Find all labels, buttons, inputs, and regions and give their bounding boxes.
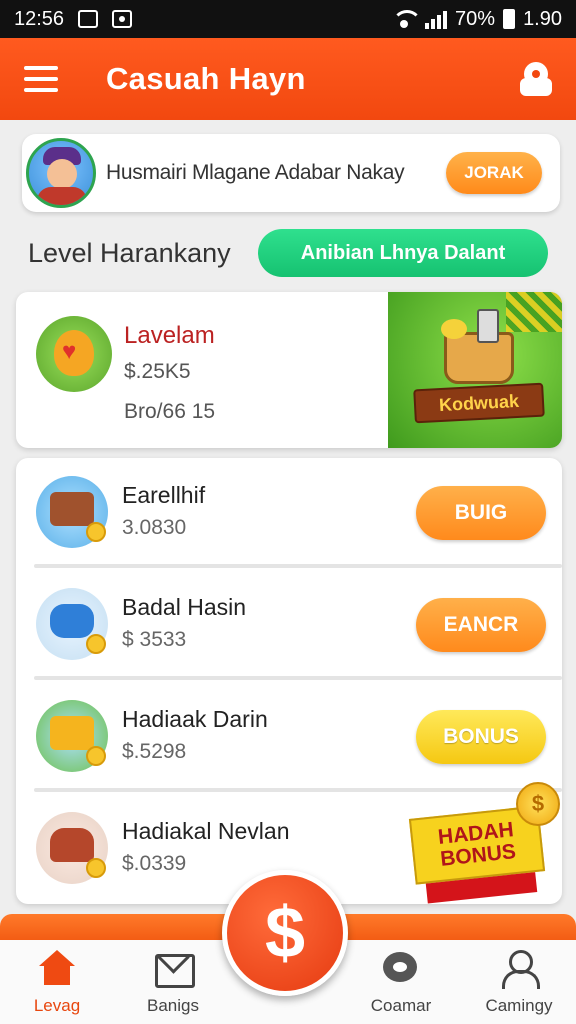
battery-percent: 70% xyxy=(455,7,496,30)
battery-icon xyxy=(503,9,516,29)
app-bar: Casuah Hayn xyxy=(0,38,576,120)
feature-subtitle: Bro/66 15 xyxy=(124,400,216,423)
promo-stripe xyxy=(506,292,562,332)
gift-box-icon xyxy=(36,700,108,772)
bonus-button[interactable]: BONUS xyxy=(416,710,546,764)
home-icon xyxy=(37,950,77,988)
heart-badge-icon: ♥ xyxy=(36,316,112,392)
nav-label: Coamar xyxy=(370,996,432,1015)
avatar[interactable] xyxy=(26,138,96,208)
enter-button[interactable]: EANCR xyxy=(416,598,546,652)
user-card-text: Husmairi Mlagane Adabar Nakay xyxy=(106,161,405,184)
list-item[interactable]: Hadiaak Darin $.5298 BONUS xyxy=(16,682,562,792)
shop-list: Earellhif 3.0830 BUIG Badal Hasin $ 3533… xyxy=(16,458,562,904)
water-jug-icon xyxy=(36,588,108,660)
item-value: $.5298 xyxy=(122,740,187,763)
list-item[interactable]: Badal Hasin $ 3533 EANCR xyxy=(16,570,562,680)
coin-icon: $ xyxy=(516,782,560,826)
status-time: 12:56 xyxy=(14,7,65,30)
feature-title: Lavelam xyxy=(124,322,215,349)
treasure-chest-icon xyxy=(36,812,108,884)
signal-icon xyxy=(425,9,448,29)
item-value: 3.0830 xyxy=(122,516,187,539)
feature-promo-image[interactable]: Kodwuak xyxy=(388,292,562,448)
app-title: Casuah Hayn xyxy=(106,61,306,96)
divider xyxy=(34,564,562,568)
menu-icon[interactable] xyxy=(24,66,58,92)
feature-card[interactable]: ♥ Lavelam $.25K5 Bro/66 15 Kodwuak xyxy=(16,292,562,448)
nav-item-home[interactable]: Levag xyxy=(2,950,112,1016)
item-title: Hadiakal Nevlan xyxy=(122,818,290,844)
item-value: $.0339 xyxy=(122,852,187,875)
status-bar: 12:56 70% 1.90 xyxy=(0,0,576,38)
dollar-fab-button[interactable]: $ xyxy=(222,870,348,996)
promo-banner-label: Kodwuak xyxy=(413,382,545,424)
divider xyxy=(34,788,562,792)
item-value: $ 3533 xyxy=(122,628,187,651)
chest-icon xyxy=(36,476,108,548)
buy-button[interactable]: BUIG xyxy=(416,486,546,540)
item-title: Hadiaak Darin xyxy=(122,706,268,732)
basket-icon xyxy=(441,309,514,384)
nav-label: Camingy xyxy=(485,996,553,1015)
nav-label: Levag xyxy=(33,996,81,1015)
account-icon[interactable] xyxy=(520,62,552,96)
feature-value: $.25K5 xyxy=(124,360,191,383)
chat-icon xyxy=(381,950,421,988)
user-card-button[interactable]: JORAK xyxy=(446,152,542,194)
nav-item-chat[interactable]: Coamar xyxy=(346,950,456,1016)
nav-label: Banigs xyxy=(147,996,199,1015)
status-clock: 1.90 xyxy=(523,7,562,30)
nav-item-profile[interactable]: Camingy xyxy=(464,950,574,1016)
nav-item-messages[interactable]: Banigs xyxy=(118,950,228,1016)
level-label: Level Harankany xyxy=(28,238,231,268)
wifi-icon xyxy=(391,10,423,28)
item-title: Earellhif xyxy=(122,482,206,508)
user-card: Husmairi Mlagane Adabar Nakay JORAK xyxy=(22,134,560,212)
divider xyxy=(34,676,562,680)
item-title: Badal Hasin xyxy=(122,594,247,620)
image-notification-icon xyxy=(78,10,99,28)
camera-notification-icon xyxy=(112,10,133,28)
user-icon xyxy=(499,950,540,989)
level-action-button[interactable]: Anibian Lhnya Dalant xyxy=(258,229,548,277)
list-item[interactable]: Earellhif 3.0830 BUIG xyxy=(16,458,562,568)
mail-icon xyxy=(153,950,195,988)
